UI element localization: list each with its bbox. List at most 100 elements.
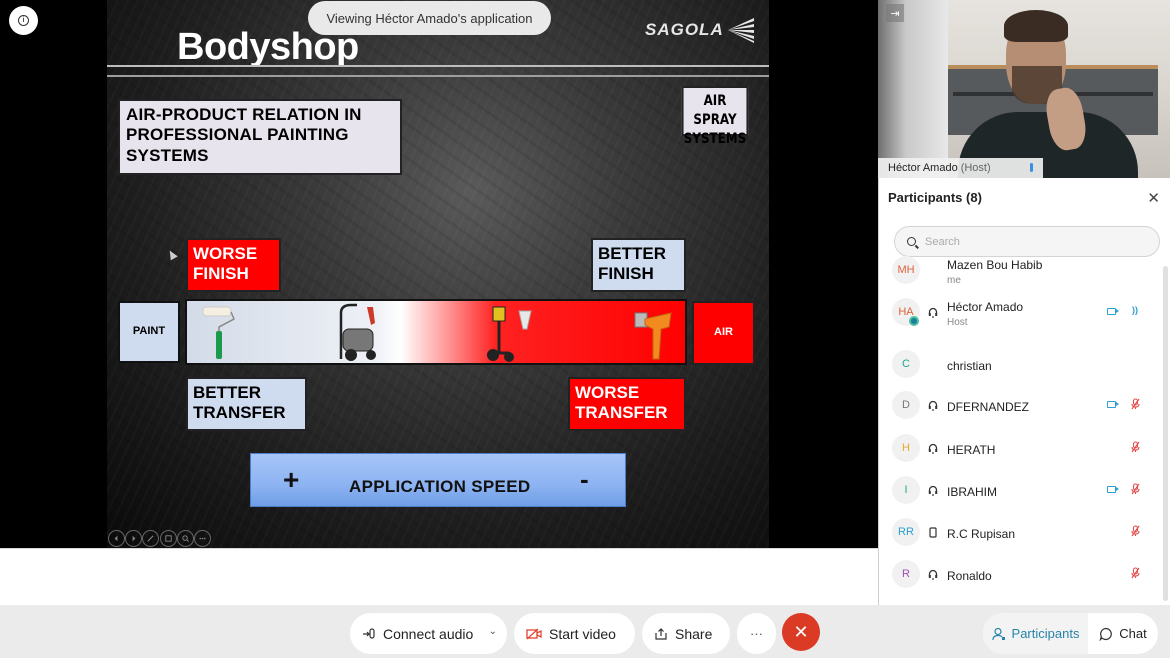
- share-button[interactable]: Share: [642, 613, 730, 654]
- paint-roller-icon: [202, 306, 235, 359]
- participant-name: Héctor Amado: [947, 300, 1024, 314]
- video-person-hair: [1004, 10, 1068, 42]
- headset-icon: [928, 569, 938, 580]
- info-icon: i: [18, 15, 29, 26]
- video-on-icon: [1107, 486, 1119, 493]
- worse-finish-label: WORSE FINISH: [186, 238, 281, 292]
- better-finish-label: BETTER FINISH: [591, 238, 686, 292]
- speed-plus-sign: +: [283, 464, 300, 495]
- avatar-initials: C: [902, 358, 910, 370]
- avatar-initials: D: [902, 399, 910, 411]
- video-off-icon: [526, 628, 542, 640]
- participant-row[interactable]: R Ronaldo: [879, 555, 1159, 597]
- participant-name: christian: [947, 359, 992, 373]
- host-video-tile: ⇥ Héctor Amado (Host): [878, 0, 1170, 178]
- air-label: AIR: [692, 301, 755, 365]
- tab-participants[interactable]: Participants: [983, 613, 1088, 654]
- avatar: HA: [892, 298, 920, 326]
- participant-row[interactable]: MH Mazen Bou Habib me: [879, 251, 1159, 293]
- more-slide-options-button[interactable]: [194, 530, 211, 547]
- ellipsis-icon: [199, 537, 206, 540]
- speaking-indicator-icon: )): [1132, 305, 1138, 315]
- meeting-window: Bodyshop SAGOLA AIR-PRODUCT RELATION IN …: [0, 0, 1170, 658]
- microphone-muted-icon[interactable]: [1131, 567, 1140, 582]
- participant-row[interactable]: I IBRAHIM: [879, 471, 1159, 513]
- chevron-down-icon[interactable]: ⌄: [489, 626, 497, 637]
- meeting-controls-bar: Connect audio ⌄ Start video Share ··· Pa…: [0, 605, 1170, 658]
- see-all-slides-button[interactable]: [160, 530, 177, 547]
- slides-icon: [165, 535, 172, 542]
- participants-scrollbar[interactable]: [1163, 266, 1168, 601]
- speed-minus-sign: -: [580, 464, 589, 494]
- application-speed-bar: + APPLICATION SPEED -: [250, 453, 626, 507]
- headset-icon: [928, 307, 938, 318]
- next-slide-button[interactable]: [125, 530, 142, 547]
- category-badge: AIR SPRAY SYSTEMS: [681, 86, 749, 147]
- avatar-initials: RR: [898, 526, 914, 538]
- video-on-icon: [1107, 308, 1119, 315]
- video-participant-role: (Host): [960, 162, 991, 174]
- avatar-initials: I: [904, 484, 908, 496]
- participant-row[interactable]: Cchristian: [879, 345, 1159, 387]
- connect-audio-icon: [362, 627, 376, 641]
- spray-gun-icon: [634, 312, 672, 360]
- avatar: H: [892, 434, 920, 462]
- participants-panel: Participants (8) ✕ MH Mazen Bou Habib me HA…: [878, 178, 1170, 605]
- participants-search-input[interactable]: [925, 235, 1145, 248]
- tab-participants-label: Participants: [1011, 626, 1080, 641]
- participants-icon: [991, 627, 1005, 640]
- more-options-button[interactable]: ···: [737, 613, 776, 654]
- leave-meeting-button[interactable]: ✕: [782, 613, 820, 651]
- avatar: I: [892, 476, 920, 504]
- tab-chat[interactable]: Chat: [1088, 613, 1158, 654]
- participant-row[interactable]: D DFERNANDEZ: [879, 386, 1159, 428]
- meeting-info-button[interactable]: i: [9, 6, 38, 35]
- microphone-muted-icon[interactable]: [1131, 398, 1140, 413]
- connect-audio-button[interactable]: Connect audio ⌄: [350, 613, 507, 654]
- chat-icon: [1099, 627, 1113, 641]
- collapse-video-button[interactable]: ⇥: [886, 4, 904, 22]
- phone-icon: [929, 527, 937, 538]
- participant-row[interactable]: HA Héctor Amado Host)): [879, 293, 1159, 335]
- arrow-to-right-icon: ⇥: [890, 7, 900, 20]
- sagola-fan-icon: [727, 18, 754, 43]
- speed-label: APPLICATION SPEED: [349, 477, 531, 496]
- participants-title: Participants (8): [888, 190, 982, 205]
- start-video-label: Start video: [549, 625, 616, 642]
- video-on-icon: [1107, 401, 1119, 408]
- avatar-initials: H: [902, 442, 910, 454]
- ellipsis-icon: ···: [750, 626, 763, 641]
- worse-transfer-label: WORSE TRANSFER: [568, 377, 686, 431]
- close-icon: ✕: [1147, 190, 1160, 207]
- magnifier-icon: [182, 535, 189, 542]
- viewing-banner: Viewing Héctor Amado's application: [308, 1, 551, 35]
- microphone-muted-icon[interactable]: [1131, 525, 1140, 540]
- pen-icon: [147, 535, 154, 542]
- participant-row[interactable]: H HERATH: [879, 429, 1159, 471]
- shared-screen: Bodyshop SAGOLA AIR-PRODUCT RELATION IN …: [0, 0, 878, 548]
- video-participant-name: Héctor Amado: [888, 162, 958, 174]
- paint-label: PAINT: [118, 301, 180, 363]
- title-divider-bottom: [107, 75, 769, 77]
- microphone-muted-icon[interactable]: [1131, 441, 1140, 456]
- participant-name: Mazen Bou Habib: [947, 258, 1043, 272]
- share-label: Share: [675, 625, 713, 642]
- zoom-slide-button[interactable]: [177, 530, 194, 547]
- better-transfer-label: BETTER TRANSFER: [186, 377, 307, 431]
- title-divider-top: [107, 65, 769, 67]
- video-background: [878, 0, 948, 178]
- microphone-muted-icon[interactable]: [1131, 483, 1140, 498]
- search-icon: [907, 237, 916, 246]
- airless-pump-icon: [339, 303, 376, 361]
- start-video-button[interactable]: Start video: [514, 613, 635, 654]
- brand-logo: SAGOLA: [645, 16, 756, 44]
- presentation-slide: Bodyshop SAGOLA AIR-PRODUCT RELATION IN …: [107, 0, 769, 548]
- participant-row[interactable]: RR R.C Rupisan: [879, 513, 1159, 555]
- headset-icon: [928, 443, 938, 454]
- hvlp-cart-icon: [487, 306, 532, 362]
- panel-tabs: Participants Chat: [983, 613, 1158, 654]
- avatar-initials: MH: [897, 264, 915, 276]
- prev-slide-button[interactable]: [108, 530, 125, 547]
- close-participants-button[interactable]: ✕: [1147, 189, 1160, 207]
- pen-tool-button[interactable]: [142, 530, 159, 547]
